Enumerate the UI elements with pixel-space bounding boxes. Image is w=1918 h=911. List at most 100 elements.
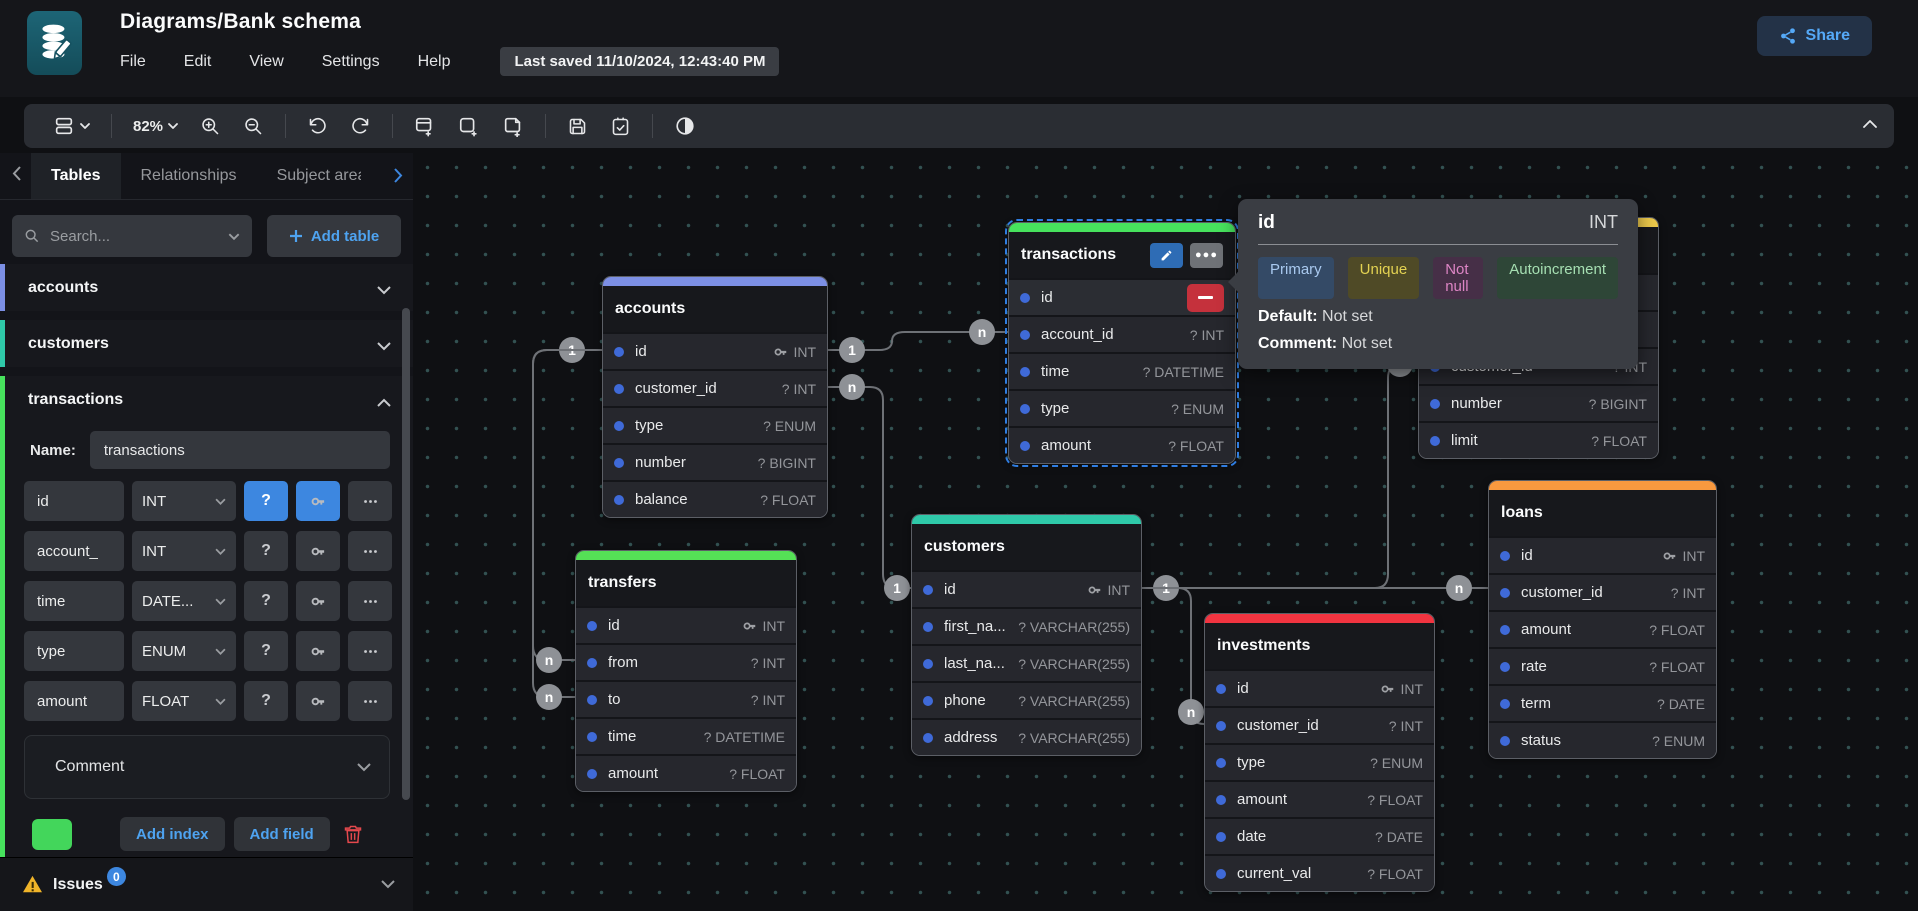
table-field-row[interactable]: time? DATETIME	[576, 717, 796, 754]
table-field-row[interactable]: account_id? INT	[1009, 315, 1235, 352]
diagram-table-transactions[interactable]: transactions●●●idaccount_id? INTtime? DA…	[1008, 222, 1236, 464]
field-primary-key-button[interactable]	[296, 581, 340, 621]
menu-settings[interactable]: Settings	[322, 53, 380, 71]
save-button[interactable]	[567, 116, 588, 137]
table-field-row[interactable]: type? ENUM	[1009, 389, 1235, 426]
edit-table-button[interactable]	[1150, 243, 1183, 268]
diagram-table-investments[interactable]: investmentsidINTcustomer_id? INTtype? EN…	[1204, 613, 1435, 892]
collapse-header-button[interactable]	[1862, 116, 1878, 134]
table-field-row[interactable]: rate? FLOAT	[1489, 647, 1716, 684]
table-field-row[interactable]: amount? FLOAT	[576, 754, 796, 791]
chevron-up-icon[interactable]	[377, 394, 391, 412]
field-type-select[interactable]: ENUM	[132, 631, 236, 671]
table-field-row[interactable]: balance? FLOAT	[603, 480, 827, 517]
table-field-row[interactable]: number? BIGINT	[603, 443, 827, 480]
menu-help[interactable]: Help	[418, 53, 451, 71]
field-nullable-button[interactable]: ?	[244, 631, 288, 671]
field-more-button[interactable]	[348, 531, 392, 571]
table-field-row[interactable]: idINT	[1489, 536, 1716, 573]
table-field-row[interactable]: limit? FLOAT	[1419, 421, 1658, 458]
diagram-table-transfers[interactable]: transfersidINTfrom? INTto? INTtime? DATE…	[575, 550, 797, 792]
table-options-button[interactable]: ●●●	[1190, 243, 1223, 268]
tab-relationships[interactable]: Relationships	[121, 153, 257, 199]
table-field-row[interactable]: to? INT	[576, 680, 796, 717]
add-table-button[interactable]	[414, 115, 436, 137]
field-name-input[interactable]: time	[24, 581, 124, 621]
table-field-row[interactable]: idINT	[576, 606, 796, 643]
field-name-input[interactable]: id	[24, 481, 124, 521]
zoom-out-button[interactable]	[243, 116, 264, 137]
add-note-button[interactable]	[502, 115, 524, 137]
sidebar-table-customers[interactable]: customers	[0, 320, 413, 367]
zoom-in-button[interactable]	[200, 116, 221, 137]
table-field-row[interactable]: date? DATE	[1205, 817, 1434, 854]
tab-subject-areas[interactable]: Subject areas	[257, 153, 361, 199]
diagram-table-loans[interactable]: loansidINTcustomer_id? INTamount? FLOATr…	[1488, 480, 1717, 759]
table-field-row[interactable]: idINT	[1205, 669, 1434, 706]
sidebar-table-accounts[interactable]: accounts	[0, 264, 413, 311]
table-field-row[interactable]: time? DATETIME	[1009, 352, 1235, 389]
table-field-row[interactable]: id	[1009, 278, 1235, 315]
field-more-button[interactable]	[348, 681, 392, 721]
table-field-row[interactable]: phone? VARCHAR(255)	[912, 681, 1141, 718]
table-field-row[interactable]: customer_id? INT	[1489, 573, 1716, 610]
field-primary-key-button[interactable]	[296, 481, 340, 521]
table-field-row[interactable]: type? ENUM	[1205, 743, 1434, 780]
add-area-button[interactable]	[458, 115, 480, 137]
diagram-table-customers[interactable]: customersidINTfirst_na...? VARCHAR(255)l…	[911, 514, 1142, 756]
field-nullable-button[interactable]: ?	[244, 581, 288, 621]
todo-button[interactable]	[610, 116, 631, 137]
sidebar-scrollbar[interactable]	[402, 308, 410, 851]
field-primary-key-button[interactable]	[296, 631, 340, 671]
zoom-level-select[interactable]: 82%	[133, 118, 178, 135]
tab-tables[interactable]: Tables	[31, 153, 121, 199]
field-primary-key-button[interactable]	[296, 681, 340, 721]
share-button[interactable]: Share	[1757, 16, 1872, 56]
diagram-layout-button[interactable]	[53, 115, 90, 137]
chevron-down-icon[interactable]	[377, 338, 391, 356]
search-input[interactable]	[50, 228, 190, 245]
table-field-row[interactable]: status? ENUM	[1489, 721, 1716, 758]
field-type-select[interactable]: FLOAT	[132, 681, 236, 721]
table-field-row[interactable]: amount? FLOAT	[1205, 780, 1434, 817]
table-field-row[interactable]: term? DATE	[1489, 684, 1716, 721]
diagram-table-accounts[interactable]: accountsidINTcustomer_id? INTtype? ENUMn…	[602, 276, 828, 518]
field-name-input[interactable]: account_	[24, 531, 124, 571]
menu-edit[interactable]: Edit	[184, 53, 212, 71]
delete-field-button[interactable]	[1187, 284, 1224, 312]
field-more-button[interactable]	[348, 581, 392, 621]
add-index-button[interactable]: Add index	[120, 817, 225, 851]
field-nullable-button[interactable]: ?	[244, 481, 288, 521]
theme-toggle-button[interactable]	[674, 115, 696, 137]
tabs-scroll-left-icon[interactable]	[12, 166, 21, 186]
tabs-scroll-right-icon[interactable]	[394, 168, 403, 188]
table-field-row[interactable]: customer_id? INT	[603, 369, 827, 406]
field-type-select[interactable]: INT	[132, 481, 236, 521]
table-field-row[interactable]: address? VARCHAR(255)	[912, 718, 1141, 755]
table-field-row[interactable]: amount? FLOAT	[1489, 610, 1716, 647]
scrollbar-thumb[interactable]	[402, 308, 410, 800]
table-field-row[interactable]: idINT	[912, 570, 1141, 607]
field-nullable-button[interactable]: ?	[244, 531, 288, 571]
table-field-row[interactable]: last_na...? VARCHAR(255)	[912, 644, 1141, 681]
table-color-swatch[interactable]	[32, 819, 72, 850]
menu-view[interactable]: View	[249, 53, 283, 71]
undo-button[interactable]	[307, 116, 328, 137]
table-field-row[interactable]: amount? FLOAT	[1009, 426, 1235, 463]
chevron-down-icon[interactable]	[381, 880, 395, 889]
table-field-row[interactable]: customer_id? INT	[1205, 706, 1434, 743]
redo-button[interactable]	[350, 116, 371, 137]
issues-bar[interactable]: Issues 0	[0, 857, 413, 911]
field-primary-key-button[interactable]	[296, 531, 340, 571]
add-field-button[interactable]: Add field	[234, 817, 330, 851]
add-table-sidebar-button[interactable]: Add table	[267, 215, 401, 257]
field-name-input[interactable]: amount	[24, 681, 124, 721]
table-field-row[interactable]: current_val? FLOAT	[1205, 854, 1434, 891]
chevron-down-icon[interactable]	[228, 233, 240, 240]
field-type-select[interactable]: DATE...	[132, 581, 236, 621]
table-name-input[interactable]	[90, 431, 390, 469]
field-name-input[interactable]: type	[24, 631, 124, 671]
field-type-select[interactable]: INT	[132, 531, 236, 571]
comment-section[interactable]: Comment	[24, 735, 390, 799]
menu-file[interactable]: File	[120, 53, 146, 71]
